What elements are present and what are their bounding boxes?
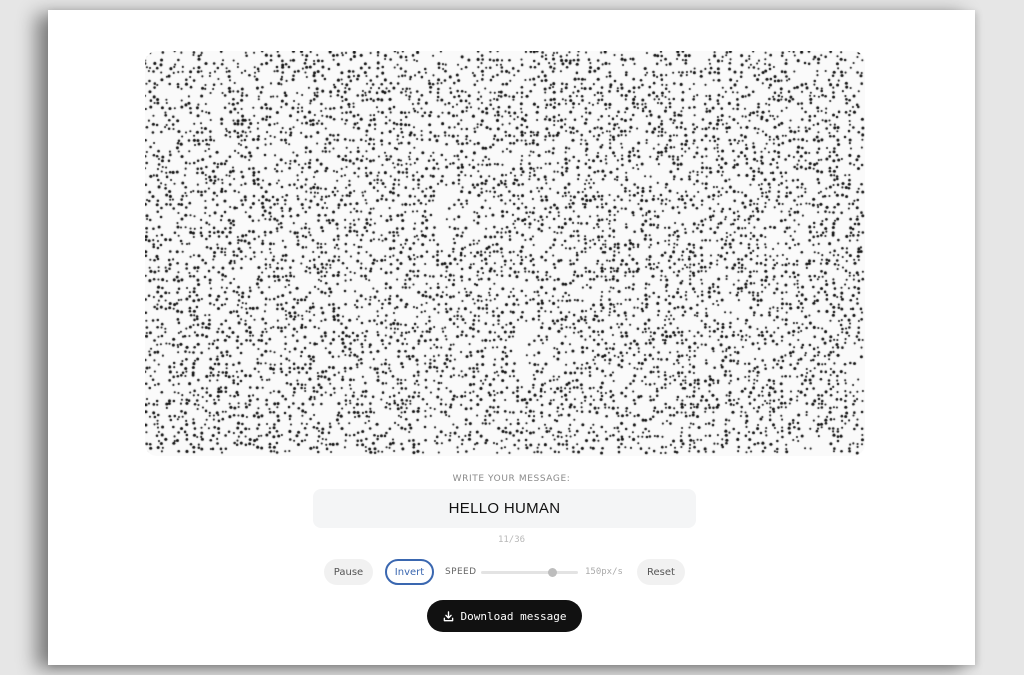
- download-label: Download message: [460, 609, 567, 623]
- download-message-button[interactable]: Download message: [427, 600, 582, 632]
- character-counter: 11/36: [497, 535, 526, 545]
- controls-bar: Pause Invert SPEED 150px/s Reset: [324, 559, 724, 585]
- speed-slider-thumb[interactable]: [547, 568, 557, 577]
- reset-button[interactable]: Reset: [637, 559, 685, 585]
- speed-slider[interactable]: [481, 568, 578, 577]
- message-input[interactable]: [313, 489, 696, 528]
- message-noise-canvas: [145, 51, 865, 456]
- invert-button[interactable]: Invert: [385, 559, 434, 585]
- download-icon: [443, 610, 454, 622]
- speed-label: SPEED: [445, 567, 477, 577]
- app-card: WRITE YOUR MESSAGE: 11/36 Pause Invert S…: [48, 10, 975, 665]
- noise-field: [145, 51, 865, 456]
- message-label: WRITE YOUR MESSAGE:: [452, 474, 571, 484]
- speed-value: 150px/s: [585, 567, 623, 577]
- pause-button[interactable]: Pause: [324, 559, 373, 585]
